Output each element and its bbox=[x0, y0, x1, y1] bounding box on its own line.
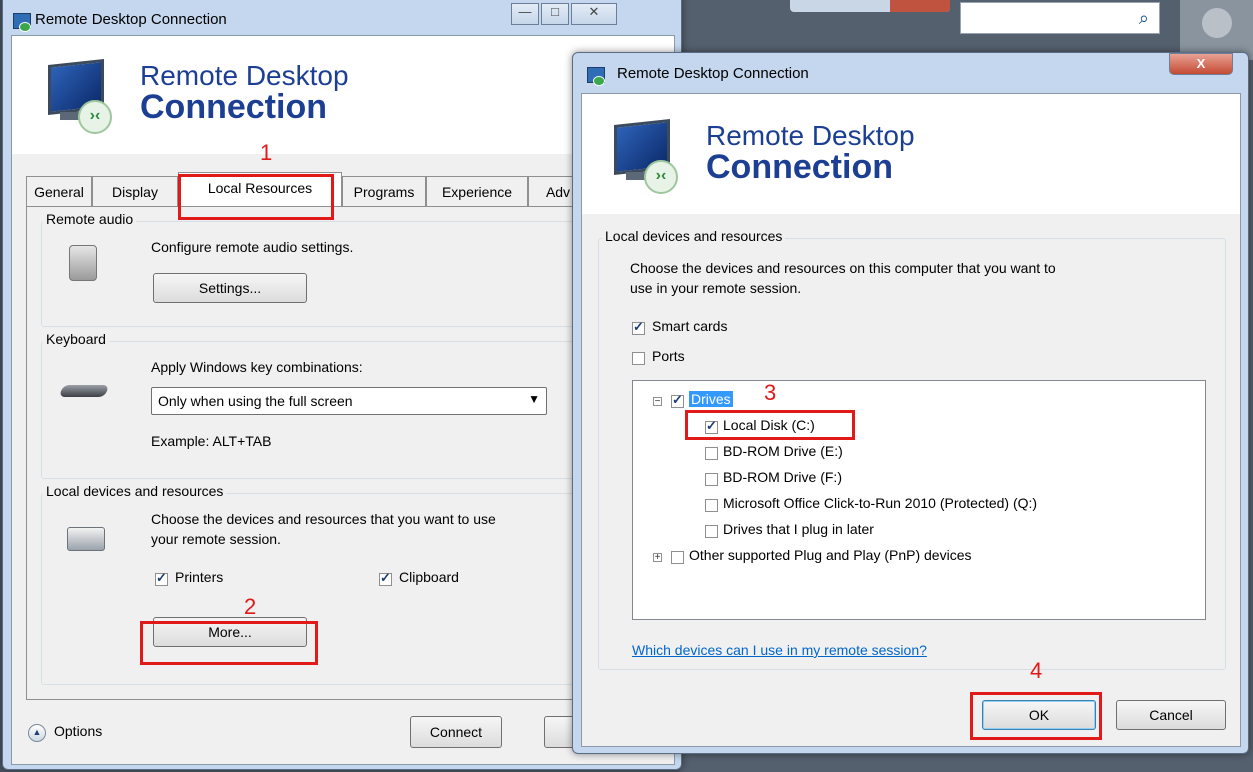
help-devices-link[interactable]: Which devices can I use in my remote ses… bbox=[632, 642, 927, 658]
bd-rom-f-label: BD-ROM Drive (F:) bbox=[723, 469, 842, 485]
settings-button[interactable]: Settings... bbox=[153, 273, 307, 303]
remote-audio-label: Remote audio bbox=[43, 211, 137, 227]
remote-audio-description: Configure remote audio settings. bbox=[151, 239, 354, 255]
annotation-number-2: 2 bbox=[244, 594, 257, 619]
keyboard-example: Example: ALT+TAB bbox=[151, 433, 272, 449]
bd-rom-e-label: BD-ROM Drive (E:) bbox=[723, 443, 843, 459]
close-button[interactable]: ✕ bbox=[571, 3, 617, 25]
smart-cards-checkbox[interactable] bbox=[632, 319, 645, 335]
background-search-box[interactable]: ⌕ bbox=[960, 2, 1160, 34]
options-expand-icon[interactable]: ▲ bbox=[28, 724, 46, 742]
options-label[interactable]: Options bbox=[54, 723, 102, 739]
keyboard-combination-select[interactable]: Only when using the full screen ▼ bbox=[151, 387, 547, 415]
speaker-icon bbox=[69, 245, 97, 281]
keyboard-select-value: Only when using the full screen bbox=[158, 393, 353, 409]
remote-audio-group bbox=[41, 221, 663, 327]
bd-rom-f-checkbox[interactable] bbox=[705, 473, 718, 486]
dialog-title: Remote Desktop Connection bbox=[617, 65, 809, 82]
annotation-number-3: 3 bbox=[764, 380, 777, 405]
local-devices-description-line2: your remote session. bbox=[151, 531, 281, 547]
clipboard-label: Clipboard bbox=[399, 569, 459, 585]
drives-checkbox[interactable] bbox=[671, 392, 684, 408]
dialog-description-line1: Choose the devices and resources on this… bbox=[630, 260, 1056, 276]
annotation-number-4: 4 bbox=[1030, 658, 1043, 683]
drives-later-checkbox[interactable] bbox=[705, 525, 718, 538]
local-devices-description-line1: Choose the devices and resources that yo… bbox=[151, 511, 496, 527]
chevron-down-icon: ▼ bbox=[528, 392, 540, 406]
background-window-caption bbox=[790, 0, 950, 12]
dialog-banner-title-line2: Connection bbox=[706, 148, 893, 186]
local-devices-label: Local devices and resources bbox=[43, 483, 227, 499]
dialog-app-icon bbox=[587, 67, 605, 86]
expand-icon[interactable]: + bbox=[653, 553, 662, 563]
annotation-box-more-button bbox=[140, 621, 318, 665]
minimize-button[interactable]: — bbox=[511, 3, 539, 25]
keyboard-icon bbox=[58, 385, 110, 397]
dialog-banner: ›‹ Remote Desktop Connection bbox=[582, 94, 1240, 214]
search-icon: ⌕ bbox=[1138, 8, 1149, 28]
bd-rom-e-checkbox[interactable] bbox=[705, 447, 718, 460]
pnp-devices-label: Other supported Plug and Play (PnP) devi… bbox=[689, 547, 972, 563]
connect-button[interactable]: Connect bbox=[410, 716, 502, 748]
annotation-box-local-resources-tab bbox=[178, 174, 334, 220]
back-window-titlebar[interactable]: Remote Desktop Connection — □ ✕ bbox=[3, 0, 681, 35]
tab-panel: Remote audio Configure remote audio sett… bbox=[26, 206, 666, 700]
dialog-rdc-logo-icon: ›‹ bbox=[608, 118, 678, 194]
keyboard-description: Apply Windows key combinations: bbox=[151, 359, 363, 375]
dialog-close-button[interactable]: X bbox=[1169, 53, 1233, 75]
dialog-titlebar[interactable]: Remote Desktop Connection X bbox=[573, 53, 1248, 93]
user-avatar bbox=[1180, 0, 1253, 60]
app-icon bbox=[13, 13, 31, 32]
rdc-logo-icon: ›‹ bbox=[42, 58, 112, 134]
dialog-group-label: Local devices and resources bbox=[602, 228, 786, 244]
collapse-icon[interactable]: − bbox=[653, 397, 662, 407]
ports-label: Ports bbox=[652, 348, 685, 364]
back-window-title: Remote Desktop Connection bbox=[35, 11, 227, 28]
banner-title-line2: Connection bbox=[140, 88, 327, 126]
ports-checkbox[interactable] bbox=[632, 352, 645, 365]
annotation-box-ok-button bbox=[970, 692, 1102, 740]
annotation-number-1: 1 bbox=[260, 140, 273, 165]
printers-label: Printers bbox=[175, 569, 224, 585]
office-q-checkbox[interactable] bbox=[705, 499, 718, 512]
keyboard-label: Keyboard bbox=[43, 331, 109, 347]
cancel-button[interactable]: Cancel bbox=[1116, 700, 1226, 730]
drives-label[interactable]: Drives bbox=[689, 391, 733, 407]
tab-display[interactable]: Display bbox=[92, 176, 178, 206]
office-q-label: Microsoft Office Click-to-Run 2010 (Prot… bbox=[723, 495, 1038, 511]
annotation-box-local-disk bbox=[685, 410, 855, 440]
printers-checkbox[interactable] bbox=[155, 570, 168, 586]
clipboard-checkbox[interactable] bbox=[379, 570, 392, 586]
maximize-button[interactable]: □ bbox=[541, 3, 569, 25]
local-devices-dialog: Remote Desktop Connection X ›‹ Remote De… bbox=[572, 52, 1249, 754]
smart-cards-label: Smart cards bbox=[652, 318, 728, 334]
pnp-devices-checkbox[interactable] bbox=[671, 551, 684, 564]
dialog-client: ›‹ Remote Desktop Connection Local devic… bbox=[581, 93, 1241, 747]
tab-experience[interactable]: Experience bbox=[426, 176, 528, 206]
dialog-description-line2: use in your remote session. bbox=[630, 280, 802, 296]
tab-general[interactable]: General bbox=[26, 176, 92, 206]
drives-later-label: Drives that I plug in later bbox=[723, 521, 874, 537]
tab-programs[interactable]: Programs bbox=[342, 176, 426, 206]
printer-icon bbox=[67, 527, 105, 551]
